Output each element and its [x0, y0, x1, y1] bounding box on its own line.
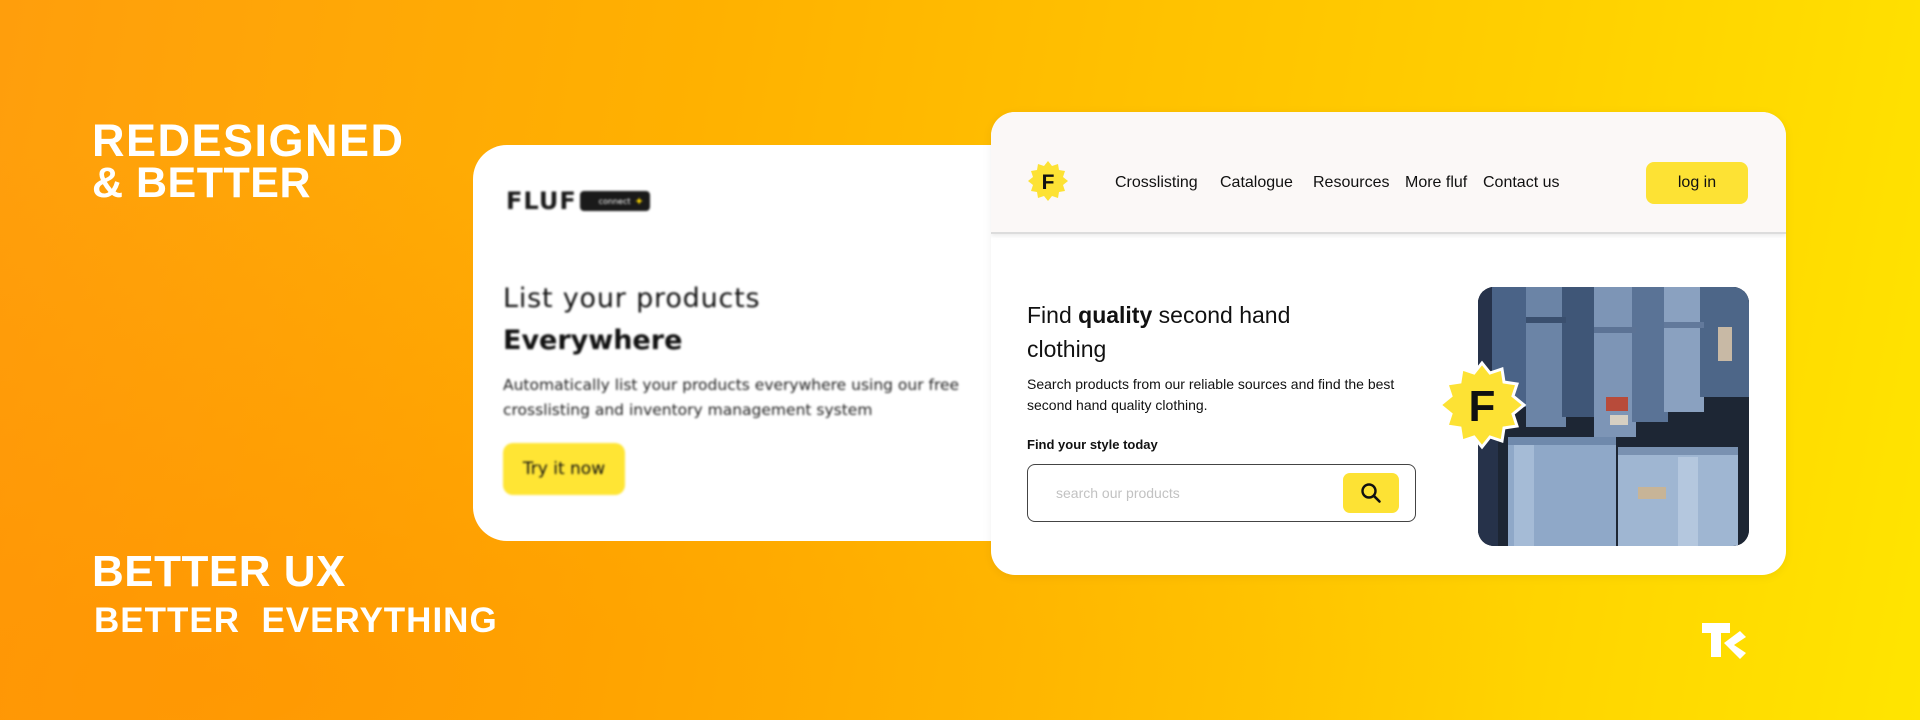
- nav-more-fluf[interactable]: More fluf: [1405, 174, 1467, 192]
- hero-title-bold: quality: [1078, 302, 1153, 328]
- brand-mark-icon: [1702, 623, 1746, 659]
- search-input[interactable]: [1056, 475, 1316, 511]
- nav-resources[interactable]: Resources: [1313, 174, 1389, 192]
- fluf-logo-letter: F: [1042, 171, 1055, 194]
- old-title-line-2: Everywhere: [503, 325, 683, 356]
- old-description: Automatically list your products everywh…: [503, 376, 960, 419]
- search-label: Find your style today: [1027, 437, 1158, 452]
- promo-headline-3: BETTER UX: [92, 547, 346, 596]
- fluf-badge-icon: F: [1437, 360, 1527, 450]
- try-it-now-button[interactable]: Try it now: [503, 443, 625, 495]
- old-logo-pill-text: connect: [598, 196, 631, 206]
- fluf-logo-icon[interactable]: F: [1027, 160, 1069, 202]
- old-logo-pill: connect ✦: [579, 191, 650, 211]
- search-box: [1027, 464, 1416, 522]
- old-title-line-1: List your products: [503, 283, 761, 314]
- new-site-card: F Crosslisting Catalogue Resources More …: [991, 112, 1786, 575]
- fluf-badge-letter: F: [1469, 382, 1496, 431]
- star-icon: ✦: [634, 194, 644, 208]
- promo-headline-1: REDESIGNED: [92, 115, 405, 166]
- old-site-card: FLUF connect ✦ List your products Everyw…: [473, 145, 1033, 541]
- nav-catalogue[interactable]: Catalogue: [1220, 174, 1293, 192]
- old-logo-text: FLUF: [506, 187, 577, 215]
- search-icon: [1361, 483, 1381, 503]
- old-site-logo: FLUF connect ✦: [506, 187, 650, 215]
- nav-crosslisting[interactable]: Crosslisting: [1115, 174, 1198, 192]
- hero-title: Find quality second hand clothing: [1027, 298, 1367, 366]
- promo-headline-4: BETTER EVERYTHING: [94, 601, 498, 640]
- old-site-content: FLUF connect ✦ List your products Everyw…: [473, 145, 1033, 541]
- nav-contact-us[interactable]: Contact us: [1483, 174, 1559, 192]
- login-button[interactable]: log in: [1646, 162, 1748, 204]
- search-button[interactable]: [1343, 473, 1399, 513]
- hero-title-prefix: Find: [1027, 302, 1079, 328]
- hero-description: Search products from our reliable source…: [1027, 376, 1395, 413]
- navbar: F Crosslisting Catalogue Resources More …: [991, 112, 1786, 234]
- promo-headline-2: & BETTER: [92, 159, 311, 207]
